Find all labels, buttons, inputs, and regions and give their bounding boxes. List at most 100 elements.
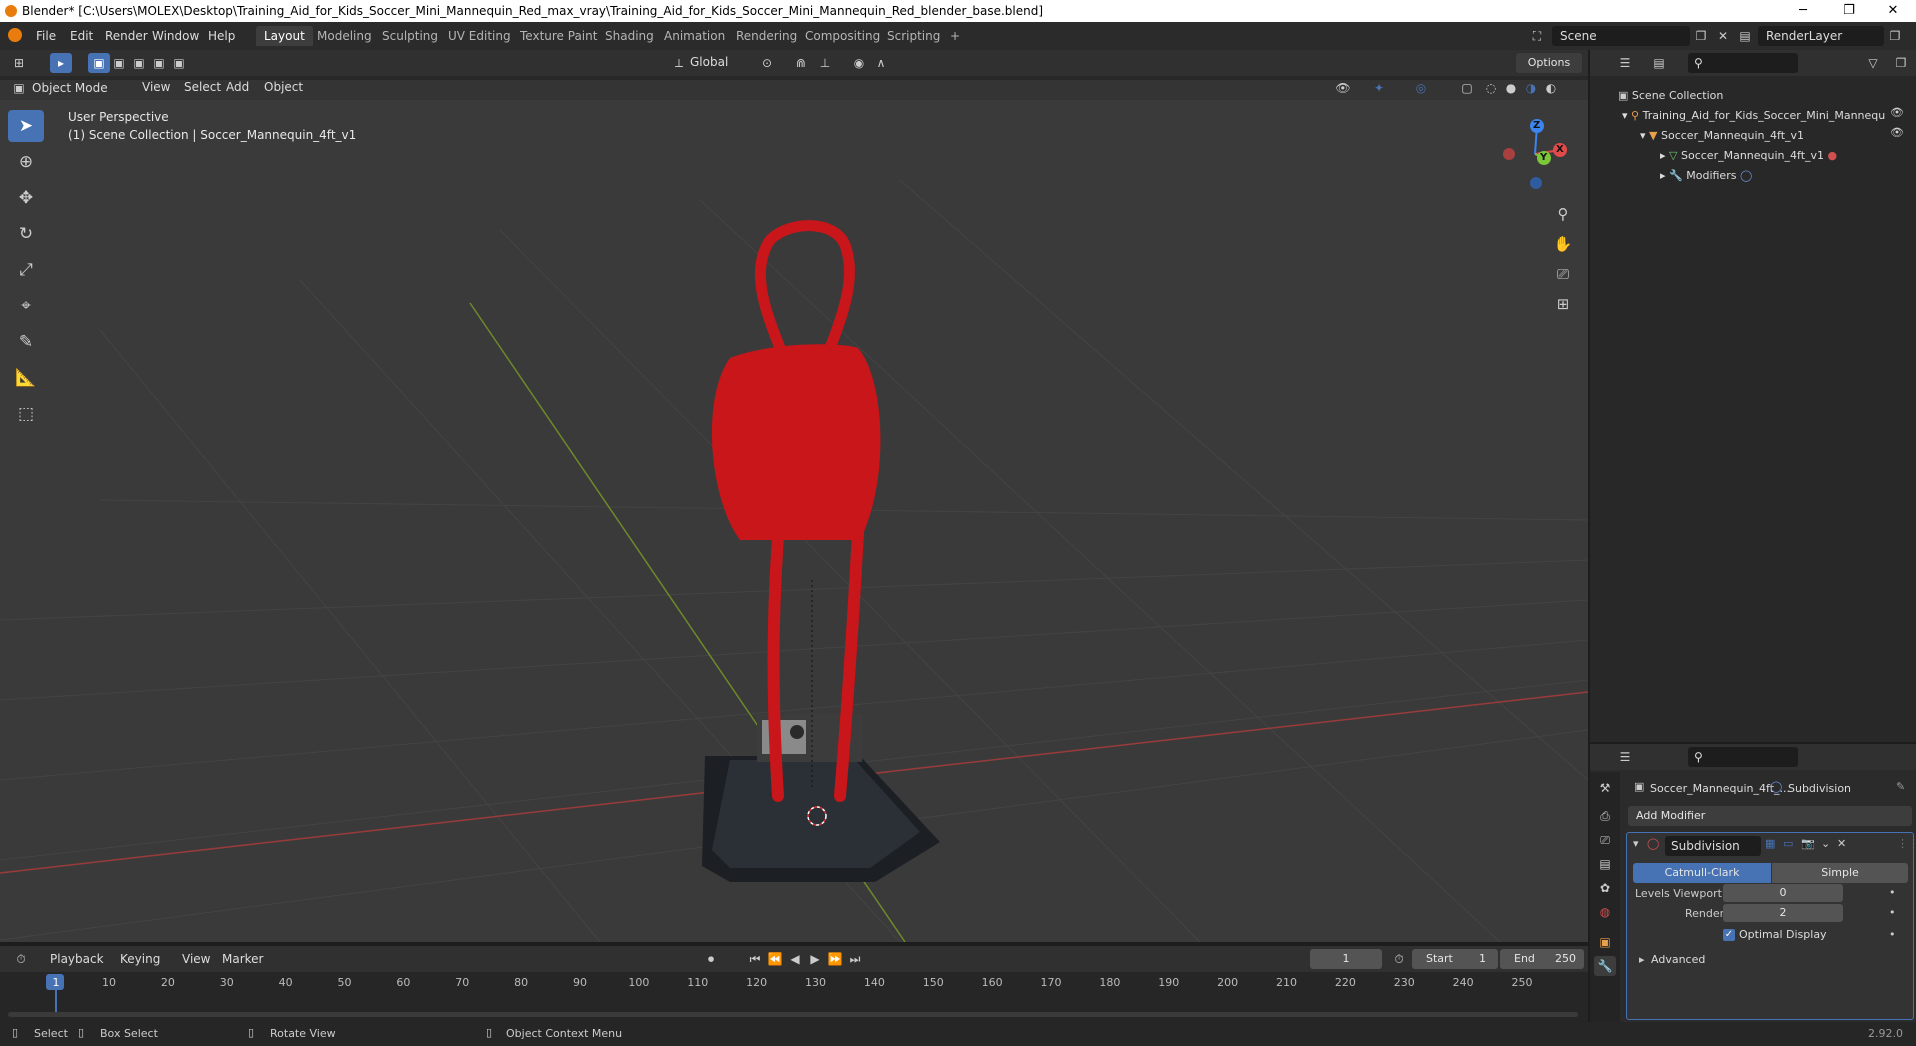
tab-compositing[interactable]: Compositing xyxy=(797,26,888,46)
measure-tool-icon[interactable]: 📐 xyxy=(8,362,44,394)
viewport-menu-object[interactable]: Object xyxy=(258,78,309,96)
filter-icon[interactable]: ▽ xyxy=(1862,53,1884,73)
catmull-clark-toggle[interactable]: Catmull-Clark xyxy=(1633,863,1771,883)
snap-target-icon[interactable]: ⊥ xyxy=(814,53,836,73)
visibility-icon[interactable]: 👁 xyxy=(1332,78,1354,98)
zoom-icon[interactable]: ⚲ xyxy=(1552,204,1574,224)
selection-new-icon[interactable]: ▣ xyxy=(88,53,110,73)
snap-icon[interactable]: ⋒ xyxy=(790,53,812,73)
pin-icon[interactable]: ✎ xyxy=(1896,780,1905,793)
remove-modifier-icon[interactable]: ✕ xyxy=(1837,837,1846,850)
simple-toggle[interactable]: Simple xyxy=(1772,863,1908,883)
outliner-row-object[interactable]: ▾ ▼ Soccer_Mannequin_4ft_v1 xyxy=(1640,126,1804,146)
optimal-display-checkbox[interactable]: ✓ xyxy=(1723,929,1735,941)
add-modifier-dropdown[interactable]: Add Modifier xyxy=(1628,806,1912,826)
pan-hand-icon[interactable]: ✋ xyxy=(1552,234,1574,254)
tab-sculpting[interactable]: Sculpting xyxy=(374,26,446,46)
transform-orientation-icon[interactable]: ⟂ xyxy=(668,53,690,73)
rotate-tool-icon[interactable]: ↻ xyxy=(8,218,44,250)
object-mode-dropdown[interactable]: Object Mode xyxy=(32,81,108,95)
perspective-toggle-icon[interactable]: ⊞ xyxy=(1552,294,1574,314)
tool-tab-icon[interactable]: ⚒ xyxy=(1594,778,1616,798)
expand-arrow-icon[interactable]: ▾ xyxy=(1640,129,1646,142)
tab-scripting[interactable]: Scripting xyxy=(879,26,948,46)
timeline-ruler[interactable]: 1 10 20 30 40 50 60 70 80 90 100 110 120 130 140 150 160… xyxy=(0,972,1588,1022)
visibility-eye-icon[interactable]: 👁 xyxy=(1890,106,1904,119)
tab-shading[interactable]: Shading xyxy=(597,26,662,46)
proportional-falloff-icon[interactable]: ∧ xyxy=(870,53,892,73)
timeline-scrollbar[interactable] xyxy=(8,1012,1578,1017)
outliner-search-input[interactable]: ⚲ xyxy=(1688,53,1798,73)
add-workspace-button[interactable]: + xyxy=(942,26,968,46)
stopwatch-icon[interactable]: ⏱ xyxy=(1388,949,1410,969)
scale-tool-icon[interactable]: ⤢ xyxy=(8,254,44,286)
jump-keyframe-forward-icon[interactable]: ⏩ xyxy=(824,949,846,969)
levels-viewport-field[interactable]: 0 xyxy=(1723,884,1843,902)
expand-arrow-icon[interactable]: ▸ xyxy=(1660,149,1666,162)
outliner-row-mesh[interactable]: ▸ ▽ Soccer_Mannequin_4ft_v1 ● xyxy=(1660,146,1837,166)
object-mode-icon[interactable]: ▣ xyxy=(8,78,30,98)
viewport-menu-add[interactable]: Add xyxy=(220,78,255,96)
advanced-section-label[interactable]: Advanced xyxy=(1651,953,1705,966)
tab-layout[interactable]: Layout xyxy=(256,26,313,46)
modifier-tab-icon[interactable]: 🔧 xyxy=(1594,956,1616,976)
play-icon[interactable]: ▶ xyxy=(804,949,826,969)
keyframe-dot-icon[interactable]: • xyxy=(1889,928,1896,941)
selection-extend-icon[interactable]: ▣ xyxy=(108,53,130,73)
scene-selector-icon[interactable]: ⛶ xyxy=(1526,26,1548,46)
3d-viewport[interactable]: User Perspective (1) Scene Collection | … xyxy=(0,80,1588,942)
timeline-editor-type-icon[interactable]: ⏱ xyxy=(10,949,32,969)
xray-toggle-icon[interactable]: ▢ xyxy=(1456,78,1478,98)
advanced-expand-icon[interactable]: ▸ xyxy=(1639,953,1645,966)
properties-editor-type-icon[interactable]: ☰ xyxy=(1614,747,1636,767)
options-dropdown[interactable]: Options xyxy=(1516,53,1582,73)
tab-uv-editing[interactable]: UV Editing xyxy=(440,26,519,46)
selection-intersect-icon[interactable]: ▣ xyxy=(168,53,190,73)
modifier-name-field[interactable]: Subdivision xyxy=(1665,836,1761,856)
delete-scene-icon[interactable]: ✕ xyxy=(1712,26,1734,46)
new-collection-icon[interactable]: ❐ xyxy=(1890,53,1912,73)
rendered-shading-icon[interactable]: ◐ xyxy=(1540,78,1562,98)
edit-mode-toggle-icon[interactable]: ▦ xyxy=(1765,837,1775,850)
drag-handle-icon[interactable]: ⋮⋮ xyxy=(1897,837,1916,850)
render-levels-field[interactable]: 2 xyxy=(1723,904,1843,922)
add-cube-tool-icon[interactable]: ⬚ xyxy=(8,398,44,430)
minimize-button[interactable]: ─ xyxy=(1780,0,1826,22)
menu-window[interactable]: Window xyxy=(146,27,205,45)
pivot-point-icon[interactable]: ⊙ xyxy=(756,53,778,73)
properties-search-input[interactable]: ⚲ xyxy=(1688,747,1798,767)
collapse-arrow-icon[interactable]: ▾ xyxy=(1633,837,1639,850)
play-reverse-icon[interactable]: ◀ xyxy=(784,949,806,969)
tab-rendering[interactable]: Rendering xyxy=(728,26,805,46)
record-icon[interactable]: ⏺ xyxy=(700,949,722,969)
outliner-root[interactable]: ▣ Scene Collection xyxy=(1618,86,1723,106)
expand-arrow-icon[interactable]: ▸ xyxy=(1660,169,1666,182)
render-layer-field[interactable]: RenderLayer xyxy=(1758,26,1884,46)
blender-menu-icon[interactable] xyxy=(8,28,22,42)
menu-help[interactable]: Help xyxy=(202,27,241,45)
tab-modeling[interactable]: Modeling xyxy=(309,26,380,46)
close-window-button[interactable]: ✕ xyxy=(1870,0,1916,22)
camera-view-icon[interactable]: ⎚ xyxy=(1552,264,1574,284)
maximize-button[interactable]: ❐ xyxy=(1826,0,1872,22)
outliner-row-collection[interactable]: ▾ ⚲ Training_Aid_for_Kids_Soccer_Mini_Ma… xyxy=(1622,106,1885,126)
display-mode-icon[interactable]: ▤ xyxy=(1648,53,1670,73)
jump-start-icon[interactable]: ⏮ xyxy=(744,949,766,969)
viewport-toggle-icon[interactable]: ▭ xyxy=(1783,837,1793,850)
start-frame-field[interactable]: Start 1 xyxy=(1412,949,1498,969)
expand-arrow-icon[interactable]: ▾ xyxy=(1622,109,1628,122)
world-tab-icon[interactable]: ◍ xyxy=(1594,902,1616,922)
timeline-menu-playback[interactable]: Playback xyxy=(44,950,110,968)
select-box-mode-icon[interactable]: ▸ xyxy=(50,53,72,73)
scene-tab-icon[interactable]: ✿ xyxy=(1594,878,1616,898)
jump-keyframe-back-icon[interactable]: ⏪ xyxy=(764,949,786,969)
tab-texture-paint[interactable]: Texture Paint xyxy=(512,26,605,46)
overlay-toggle-icon[interactable]: ◎ xyxy=(1410,78,1432,98)
annotate-tool-icon[interactable]: ✎ xyxy=(8,326,44,358)
material-shading-icon[interactable]: ◑ xyxy=(1520,78,1542,98)
timeline-menu-marker[interactable]: Marker xyxy=(216,950,269,968)
new-render-layer-icon[interactable]: ❐ xyxy=(1884,26,1906,46)
proportional-edit-icon[interactable]: ◉ xyxy=(848,53,870,73)
menu-edit[interactable]: Edit xyxy=(64,27,99,45)
outliner-editor-type-icon[interactable]: ☰ xyxy=(1614,53,1636,73)
